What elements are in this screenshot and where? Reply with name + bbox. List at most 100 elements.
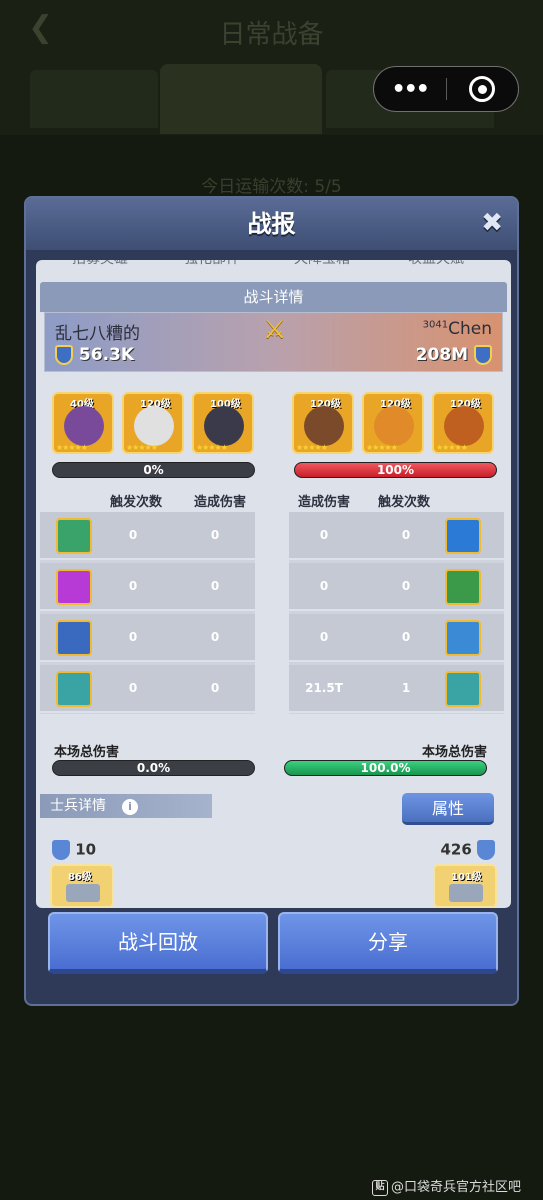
left-total-label: 本场总伤害 [54, 745, 120, 760]
right-col-triggers: 触发次数 [378, 495, 431, 510]
cut-tab: 收益天赋 [408, 260, 464, 268]
person-icon [477, 840, 495, 860]
purple-lightning-skill-icon[interactable] [56, 569, 92, 605]
cut-tab: 天降宝箱 [294, 260, 350, 268]
left-total-bar: 0.0% [52, 760, 255, 776]
report-panel: 招募英雄 强化部件 天降宝箱 收益天赋 战斗详情 乱七八糟的 ⚔ 3041Che… [36, 260, 511, 908]
star-icon: ★★★★★ [366, 443, 398, 452]
close-icon[interactable]: ✖ [481, 208, 503, 238]
skill-row: 00 [40, 614, 255, 662]
battle-detail-header: 战斗详情 [40, 282, 507, 312]
skill-triggers-value: 0 [401, 579, 411, 593]
dialog-title: 战报 [26, 198, 517, 250]
skill-triggers-value: 0 [128, 630, 138, 644]
close-miniprogram-icon[interactable] [447, 76, 519, 102]
left-hero-card[interactable]: 100级 ★★★★★ [192, 392, 254, 454]
bg-tab-1[interactable] [30, 70, 158, 128]
battle-report-dialog: 战报 ✖ 招募英雄 强化部件 天降宝箱 收益天赋 战斗详情 乱七八糟的 ⚔ 30… [24, 196, 519, 1006]
hero-portrait [444, 406, 484, 446]
crossed-swords-icon: ⚔ [263, 315, 287, 345]
skill-damage-value: 0 [210, 528, 220, 542]
right-power: 208M [416, 345, 492, 365]
hero-portrait [374, 406, 414, 446]
skill-damage-value: 0 [210, 579, 220, 593]
left-progress-bar: 0% [52, 462, 255, 478]
watermark: 贴 @口袋奇兵官方社区吧 [372, 1176, 521, 1196]
right-skill-table: 0 0 0 0 0 0 21.5T 1 [289, 512, 504, 714]
missile-skill-icon[interactable] [445, 671, 481, 707]
page-title: 日常战备 [219, 20, 324, 50]
transport-count: 今日运输次数: 5/5 [201, 177, 342, 197]
hero-portrait [304, 406, 344, 446]
star-icon: ★★★★★ [56, 443, 88, 452]
left-unit-card[interactable]: 86级 [50, 864, 114, 908]
attributes-button[interactable]: 属性 [402, 793, 494, 825]
star-icon: ★★★★★ [126, 443, 158, 452]
left-col-triggers: 触发次数 [110, 495, 163, 510]
star-icon: ★★★★★ [296, 443, 328, 452]
skill-triggers-value: 0 [128, 681, 138, 695]
hero-portrait [204, 406, 244, 446]
skill-row: 00 [40, 665, 255, 713]
more-icon[interactable]: ••• [374, 77, 446, 102]
share-button[interactable]: 分享 [278, 912, 498, 974]
dialog-footer: 战斗回放 分享 [26, 908, 517, 1004]
soldier-detail-tag: 士兵详情 i [40, 794, 212, 818]
right-hero-card[interactable]: 120级 ★★★★★ [432, 392, 494, 454]
skill-row: 00 [289, 512, 504, 560]
skill-damage-value: 0 [319, 528, 329, 542]
right-col-damage: 造成伤害 [298, 495, 351, 510]
skill-damage-value: 0 [319, 579, 329, 593]
skill-row: 00 [40, 512, 255, 560]
right-hero-card[interactable]: 120级 ★★★★★ [362, 392, 424, 454]
left-hero-card[interactable]: 120级 ★★★★★ [122, 392, 184, 454]
left-skill-table: 00000000 [40, 512, 255, 714]
skill-triggers-value: 0 [401, 630, 411, 644]
cut-tab: 招募英雄 [72, 260, 128, 268]
right-total-label: 本场总伤害 [421, 745, 487, 760]
right-hero-card[interactable]: 120级 ★★★★★ [292, 392, 354, 454]
right-soldier-count: 426 [440, 840, 495, 860]
skill-row: 00 [289, 614, 504, 662]
right-total-bar: 100.0% [284, 760, 487, 776]
skill-triggers-value: 0 [128, 579, 138, 593]
left-col-damage: 造成伤害 [194, 495, 247, 510]
crosshair-skill-icon[interactable] [56, 620, 92, 656]
skill-damage-value: 0 [210, 630, 220, 644]
left-power: 56.3K [55, 345, 134, 365]
skill-triggers-value: 1 [401, 681, 411, 695]
star-icon: ★★★★★ [196, 443, 228, 452]
info-icon[interactable]: i [122, 799, 138, 815]
skill-triggers-value: 0 [401, 528, 411, 542]
power-shield-icon [55, 345, 73, 365]
versus-bar: 乱七八糟的 ⚔ 3041Chen 56.3K 208M [44, 312, 503, 372]
green-hero-skill-icon[interactable] [56, 518, 92, 554]
left-soldier-count: 10 [52, 840, 96, 860]
missile-skill-icon[interactable] [56, 671, 92, 707]
skill-row: 00 [40, 563, 255, 611]
person-icon [52, 840, 70, 860]
ice-blast-skill-icon[interactable] [445, 518, 481, 554]
bg-tab-2[interactable] [160, 64, 322, 134]
skill-triggers-value: 0 [128, 528, 138, 542]
cut-off-tabs: 招募英雄 强化部件 天降宝箱 收益天赋 [36, 260, 511, 270]
skill-row: 00 [289, 563, 504, 611]
heart-shield-skill-icon[interactable] [445, 569, 481, 605]
right-player-name: 3041Chen [422, 319, 492, 339]
skill-row: 21.5T 1 [289, 665, 504, 713]
ice-shard-skill-icon[interactable] [445, 620, 481, 656]
left-player-name: 乱七八糟的 [55, 324, 140, 344]
skill-damage-value: 21.5T [305, 681, 343, 695]
power-shield-icon [474, 345, 492, 365]
skill-damage-value: 0 [319, 630, 329, 644]
mini-program-capsule: ••• [373, 66, 519, 112]
cut-tab: 强化部件 [184, 260, 240, 268]
left-hero-card[interactable]: 40级 ★★★★★ [52, 392, 114, 454]
star-icon: ★★★★★ [436, 443, 468, 452]
right-progress-bar: 100% [294, 462, 497, 478]
battle-replay-button[interactable]: 战斗回放 [48, 912, 268, 974]
hero-portrait [134, 406, 174, 446]
right-unit-card[interactable]: 101级 [433, 864, 497, 908]
skill-damage-value: 0 [210, 681, 220, 695]
hero-portrait [64, 406, 104, 446]
